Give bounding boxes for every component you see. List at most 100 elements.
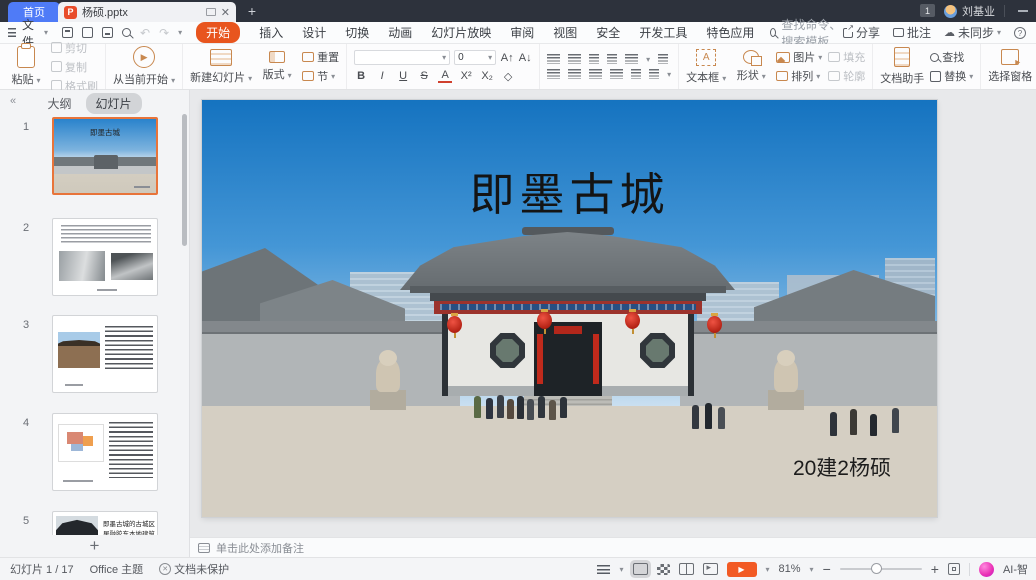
zoom-caret-icon[interactable]: ▾ [810,565,814,574]
redo-icon[interactable]: ↷ [159,26,169,40]
export-icon[interactable] [82,27,93,38]
textbox-button[interactable]: A 文本框 ▾ [686,49,726,85]
zoom-slider[interactable] [840,568,922,570]
user-account[interactable]: 刘基业 [944,0,995,22]
fit-to-window-icon[interactable] [948,563,960,575]
superscript-button[interactable]: X² [459,70,473,82]
sidebar-scrollbar[interactable] [182,114,187,246]
slide-author-text[interactable]: 20建2杨硕 [793,452,891,482]
section-button[interactable]: 节 ▾ [302,68,339,84]
quickbar-more-icon[interactable]: ▾ [178,28,182,37]
view-slideshow-icon[interactable] [703,563,718,575]
slide-title[interactable]: 即墨古城 [202,158,937,223]
play-from-current-button[interactable]: ▶ 从当前开始 ▾ [113,46,175,87]
doc-assistant-button[interactable]: 文档助手 [880,47,924,86]
view-sorter-icon[interactable] [657,564,670,575]
columns-icon[interactable] [649,69,659,79]
slide-canvas[interactable]: 即墨古城 20建2杨硕 [202,100,937,517]
replace-button[interactable]: 替换 ▾ [930,68,973,84]
strikethrough-button[interactable]: S [417,70,431,82]
subscript-button[interactable]: X₂ [480,70,494,82]
slide-thumbnail-3[interactable] [52,315,158,393]
numbering-icon[interactable] [568,54,581,64]
bullets-icon[interactable] [547,54,560,64]
play-options-caret-icon[interactable]: ▾ [766,565,770,574]
tab-view[interactable]: 视图 [553,24,577,41]
notes-toggle-caret-icon[interactable]: ▾ [619,565,623,574]
view-normal-icon[interactable] [633,563,648,575]
selection-pane-button[interactable]: 选择窗格 [988,49,1032,84]
decrease-font-icon[interactable]: A↓ [518,52,532,64]
protection-status[interactable]: ✕文档未保护 [159,561,229,577]
tab-design[interactable]: 设计 [302,24,326,41]
text-direction-icon[interactable] [658,54,668,64]
zoom-in-button[interactable]: + [931,561,939,577]
paste-button[interactable]: 粘贴 ▾ [7,46,45,87]
slide-thumbnail-1[interactable]: 即墨古城 [52,117,158,195]
tab-window-icon[interactable] [206,8,216,16]
slide-thumbnail-2[interactable] [52,218,158,296]
print-icon[interactable] [102,27,113,38]
increase-font-icon[interactable]: A↑ [500,52,514,64]
increase-indent-icon[interactable] [607,54,617,64]
tab-insert[interactable]: 插入 [259,24,283,41]
tab-close-icon[interactable]: ✕ [221,6,230,19]
slide-thumbnail-4[interactable] [52,413,158,491]
tab-home[interactable]: 开始 [196,22,240,43]
comment-button[interactable]: 批注 [893,24,931,41]
shapes-button[interactable]: 形状 ▾ [732,50,770,83]
layout-button[interactable]: 版式 ▾ [258,51,296,82]
notification-badge[interactable]: 1 [920,4,935,17]
line-spacing-icon[interactable] [625,54,638,64]
new-tab-button[interactable]: + [242,0,262,22]
zoom-level[interactable]: 81% [779,563,801,575]
align-center-icon[interactable] [568,69,581,79]
font-size-select[interactable]: 0▾ [454,50,496,65]
justify-icon[interactable] [610,69,623,79]
add-slide-button[interactable]: + [90,536,100,556]
find-button[interactable]: 查找 [930,49,973,65]
clear-format-icon[interactable]: ◇ [501,70,515,83]
tab-special-apps[interactable]: 特色应用 [706,24,754,41]
notes-bar[interactable]: 单击此处添加备注 [190,537,1036,557]
italic-button[interactable]: I [375,70,389,82]
underline-button[interactable]: U [396,70,410,82]
tab-review[interactable]: 审阅 [510,24,534,41]
distribute-icon[interactable] [631,69,641,79]
new-slide-button[interactable]: 新建幻灯片 ▾ [190,49,252,85]
reset-button[interactable]: 重置 [302,49,339,65]
arrange-button[interactable]: 排列 ▾ [776,68,822,84]
zoom-slider-knob[interactable] [871,563,882,574]
font-name-select[interactable]: ▾ [354,50,450,65]
align-left-icon[interactable] [547,69,560,79]
play-slideshow-button[interactable]: ▶ [727,562,757,577]
picture-button[interactable]: 图片 ▾ [776,49,822,65]
theme-name[interactable]: Office 主题 [90,561,144,577]
decrease-indent-icon[interactable] [589,54,599,64]
status-bar: 幻灯片 1 / 17 Office 主题 ✕文档未保护 ▾ ▶▾ 81%▾ − … [0,557,1036,580]
bold-button[interactable]: B [354,70,368,82]
tab-slideshow[interactable]: 幻灯片放映 [431,24,491,41]
zoom-out-button[interactable]: − [823,561,831,577]
save-icon[interactable] [62,27,73,38]
ai-assistant-icon[interactable] [979,562,994,577]
share-button[interactable]: 分享 [843,24,880,41]
view-reading-icon[interactable] [679,563,694,575]
help-icon[interactable]: ? [1014,27,1026,39]
tab-devtools[interactable]: 开发工具 [639,24,687,41]
tab-animation[interactable]: 动画 [388,24,412,41]
minimize-icon[interactable] [1018,10,1028,12]
undo-icon[interactable]: ↶ [140,26,150,40]
tab-transitions[interactable]: 切换 [345,24,369,41]
ai-assistant-label[interactable]: AI-智 [1003,561,1028,577]
tab-slides[interactable]: 幻灯片 [86,93,142,114]
tab-outline[interactable]: 大纲 [47,95,71,112]
align-right-icon[interactable] [589,69,602,79]
file-menu-caret-icon[interactable]: ▾ [44,28,48,37]
tab-security[interactable]: 安全 [596,24,620,41]
sync-status[interactable]: ☁未同步▾ [944,24,1001,41]
hamburger-menu-icon[interactable] [8,28,16,37]
font-color-button[interactable]: A [438,69,452,83]
notes-toggle-icon[interactable] [597,565,610,574]
print-preview-icon[interactable] [122,28,131,37]
